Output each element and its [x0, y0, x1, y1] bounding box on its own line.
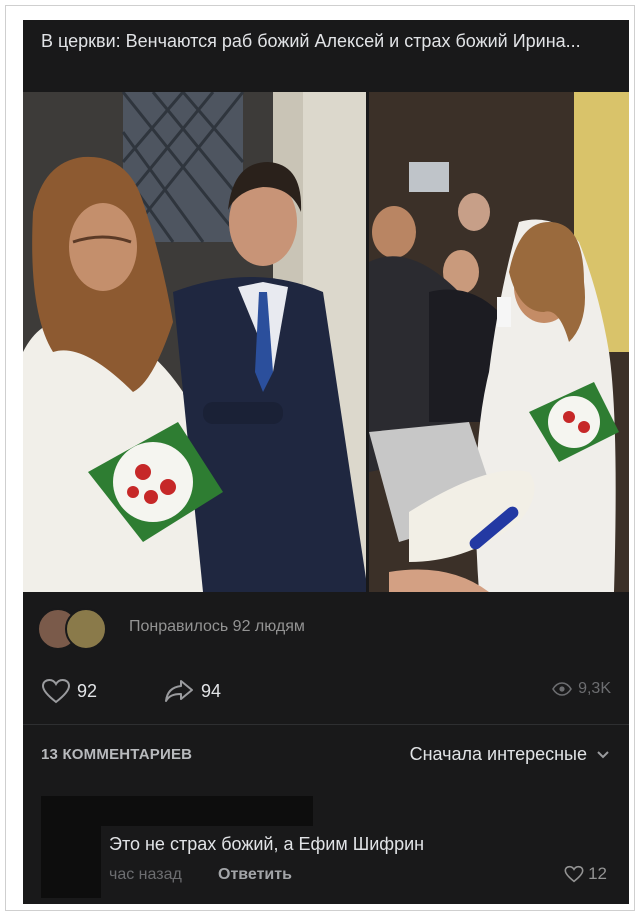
like-button[interactable]: 92	[41, 678, 97, 704]
comment-like-count: 12	[588, 864, 607, 883]
comments-count: 13 КОММЕНТАРИЕВ	[41, 746, 193, 763]
view-count: 9,3K	[578, 680, 611, 697]
comments-header: 13 КОММЕНТАРИЕВ Сначала интересные	[23, 742, 629, 772]
share-button[interactable]: 94	[163, 678, 221, 704]
share-count: 94	[201, 680, 222, 701]
liked-by-row[interactable]: Понравилось 92 людям	[37, 606, 617, 650]
comment-time[interactable]: час назад	[109, 866, 182, 884]
sort-label: Сначала интересные	[409, 744, 587, 764]
comment-item: Это не страх божий, а Ефим Шифрин час на…	[23, 792, 629, 904]
avatar[interactable]	[65, 608, 107, 650]
divider	[23, 724, 629, 725]
like-count: 92	[77, 680, 98, 701]
redacted-author-name	[63, 796, 313, 826]
heart-icon	[564, 865, 584, 883]
post-caption: В церкви: Венчаются раб божий Алексей и …	[41, 31, 581, 51]
share-icon	[165, 680, 193, 702]
screenshot-frame: В церкви: Венчаются раб божий Алексей и …	[5, 5, 635, 911]
reply-button[interactable]: Ответить	[218, 866, 292, 884]
heart-icon	[41, 678, 71, 704]
view-counter: 9,3K	[552, 680, 611, 698]
liked-by-text[interactable]: Понравилось 92 людям	[129, 618, 305, 636]
post-actions: 92 94 9,3K	[23, 672, 629, 712]
post-photos[interactable]	[23, 92, 629, 592]
wedding-photo-couple[interactable]	[23, 92, 366, 592]
comment-like-button[interactable]: 12	[564, 864, 607, 884]
comments-sort-dropdown[interactable]: Сначала интересные	[410, 744, 609, 765]
wedding-photo-crowd[interactable]	[369, 92, 629, 592]
comment-text: Это не страх божий, а Ефим Шифрин	[109, 834, 425, 854]
eye-icon	[552, 682, 573, 696]
chevron-down-icon	[597, 750, 609, 758]
post-card: В церкви: Венчаются раб божий Алексей и …	[23, 20, 629, 904]
